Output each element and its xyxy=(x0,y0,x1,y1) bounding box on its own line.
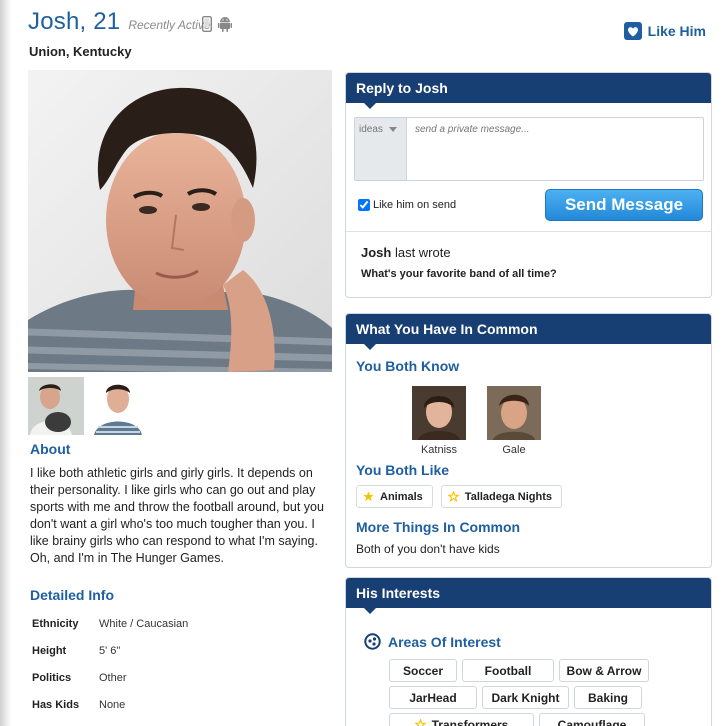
areas-of-interest-title: Areas Of Interest xyxy=(388,633,501,650)
shared-likes: Animals Talladega Nights xyxy=(356,485,562,508)
reply-panel: Reply to Josh ideas Like him on send Sen… xyxy=(345,72,712,298)
ideas-dropdown[interactable]: ideas xyxy=(355,118,407,180)
android-icon xyxy=(218,17,232,32)
ideas-label: ideas xyxy=(359,124,383,135)
like-on-send-option[interactable]: Like him on send xyxy=(358,199,456,211)
detailed-info-table: Ethnicity White / Caucasian Height 5' 6"… xyxy=(32,610,188,718)
you-both-know-title: You Both Know xyxy=(356,358,460,374)
photo-thumbnail[interactable] xyxy=(28,377,84,435)
star-outline-icon xyxy=(414,719,426,726)
profile-name: Josh, 21 xyxy=(28,8,121,35)
interest-tag-row: Transformers Camouflage xyxy=(389,713,649,726)
friend-name: Katniss xyxy=(420,444,458,456)
last-message: What's your favorite band of all time? xyxy=(361,268,557,280)
device-icons xyxy=(202,16,232,32)
friend-photo xyxy=(412,386,466,440)
like-tag-label: Animals xyxy=(380,490,423,503)
detailed-info-title: Detailed Info xyxy=(30,587,115,603)
like-tag-animals[interactable]: Animals xyxy=(356,485,433,508)
last-wrote-suffix: last wrote xyxy=(391,245,451,260)
detail-key: Has Kids xyxy=(32,698,80,711)
you-both-like-title: You Both Like xyxy=(356,462,450,478)
like-him-label: Like Him xyxy=(647,23,706,39)
message-input[interactable] xyxy=(415,124,695,135)
more-in-common-title: More Things In Common xyxy=(356,519,521,535)
like-tag-label: Talladega Nights xyxy=(464,490,552,503)
interest-tag-row: Soccer Football Bow & Arrow xyxy=(389,659,649,682)
interests-panel-title: His Interests xyxy=(346,578,711,614)
interest-tag-transformers[interactable]: Transformers xyxy=(389,713,534,726)
friend-photo xyxy=(487,386,541,440)
interest-tag-jarhead[interactable]: JarHead xyxy=(389,686,477,709)
profile-location: Union, Kentucky xyxy=(29,44,132,59)
last-wrote-name: Josh xyxy=(361,245,392,260)
detail-value: White / Caucasian xyxy=(99,617,189,630)
like-tag-talladega-nights[interactable]: Talladega Nights xyxy=(440,485,562,508)
last-wrote-line: Josh last wrote xyxy=(361,245,451,260)
like-on-send-checkbox[interactable] xyxy=(358,199,370,211)
message-box: ideas xyxy=(354,117,704,181)
interests-panel: His Interests Areas Of Interest Soccer F… xyxy=(345,577,712,726)
mutual-friend[interactable]: Katniss xyxy=(404,386,474,456)
about-text: I like both athletic girls and girly gir… xyxy=(30,466,324,565)
common-panel: What You Have In Common You Both Know Ka… xyxy=(345,313,712,568)
divider xyxy=(346,231,711,232)
main-profile-photo[interactable] xyxy=(28,70,332,372)
send-message-button[interactable]: Send Message xyxy=(545,189,703,221)
star-outline-icon xyxy=(447,491,459,502)
chevron-down-icon xyxy=(388,126,397,132)
detail-row-ethnicity: Ethnicity White / Caucasian xyxy=(32,610,188,637)
window-edge xyxy=(0,0,12,726)
detail-value: 5' 6" xyxy=(99,644,121,657)
reply-panel-title: Reply to Josh xyxy=(346,73,711,109)
star-icon xyxy=(363,491,374,502)
detail-row-has-kids: Has Kids None xyxy=(32,691,188,718)
areas-of-interest-header: Areas Of Interest xyxy=(364,633,501,650)
like-on-send-label: Like him on send xyxy=(373,199,457,211)
mutual-friend[interactable]: Gale xyxy=(479,386,549,456)
detail-key: Ethnicity xyxy=(32,617,79,630)
detail-key: Politics xyxy=(32,671,72,684)
detail-value: Other xyxy=(99,671,127,684)
interest-tag-football[interactable]: Football xyxy=(462,659,554,682)
interest-tag-soccer[interactable]: Soccer xyxy=(389,659,457,682)
mobile-phone-icon xyxy=(202,16,212,32)
like-him-button[interactable]: Like Him xyxy=(623,22,706,40)
activity-status: Recently Active xyxy=(128,18,211,32)
interest-tag-row: JarHead Dark Knight Baking xyxy=(389,686,649,709)
profile-header: Josh, 21 Recently Active xyxy=(28,8,211,36)
photo-thumbnail[interactable] xyxy=(90,377,146,435)
detail-value: None xyxy=(99,698,126,711)
detail-row-politics: Politics Other xyxy=(32,664,188,691)
interest-tags: Soccer Football Bow & Arrow JarHead Dark… xyxy=(389,659,649,726)
detail-row-height: Height 5' 6" xyxy=(32,637,188,664)
interest-tag-camouflage[interactable]: Camouflage xyxy=(539,713,645,726)
photo-thumbnails xyxy=(28,377,146,435)
interest-tag-baking[interactable]: Baking xyxy=(574,686,642,709)
profile-page: Josh, 21 Recently Active Union, Kentucky… xyxy=(0,0,726,726)
about-title: About xyxy=(30,441,71,457)
friend-name: Gale xyxy=(502,444,526,456)
common-panel-title: What You Have In Common xyxy=(346,314,711,350)
interest-tag-dark-knight[interactable]: Dark Knight xyxy=(482,686,569,709)
heart-icon xyxy=(623,22,642,40)
detail-key: Height xyxy=(32,644,67,657)
more-in-common-text: Both of you don't have kids xyxy=(356,542,500,556)
interest-tag-bow-arrow[interactable]: Bow & Arrow xyxy=(559,659,649,682)
interest-tag-label: Transformers xyxy=(431,717,509,726)
interest-target-icon xyxy=(364,633,381,650)
